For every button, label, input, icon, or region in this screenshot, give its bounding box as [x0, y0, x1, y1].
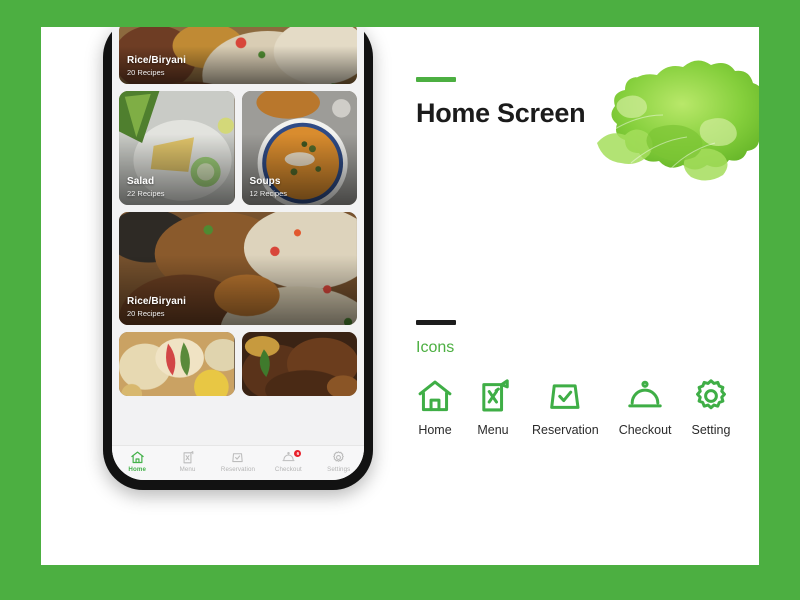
recipe-card[interactable]: Salad 22 Recipes [119, 91, 235, 205]
card-subtitle: 20 Recipes [127, 309, 165, 318]
recipe-card[interactable]: Rice/Biryani 20 Recipes [119, 212, 357, 325]
recipe-card[interactable]: Rice/Biryani 20 Recipes [119, 27, 357, 84]
menu-card-icon [180, 450, 195, 465]
reservation-tent-icon [546, 377, 584, 415]
card-title: Rice/Biryani [127, 296, 187, 307]
icons-section: Icons Home Menu Reservation Checkout Set… [416, 320, 730, 437]
icon-label: Setting [691, 423, 731, 437]
icon-item-setting[interactable]: Setting [691, 377, 731, 437]
card-caption: Soups 12 Recipes [250, 176, 288, 199]
icon-label: Home [418, 423, 452, 437]
icon-label: Checkout [618, 423, 672, 437]
title-accent-rule [416, 77, 456, 82]
bottom-tab-bar: Home Menu Reservation 6 Checkout Setting… [112, 445, 364, 480]
home-icon [130, 450, 145, 465]
card-caption: Salad 22 Recipes [127, 176, 165, 199]
tab-menu[interactable]: Menu [164, 450, 212, 473]
recipe-card-image [119, 332, 235, 396]
card-title: Salad [127, 176, 155, 187]
phone-screen: Rice/Biryani 20 Recipes Salad 22 Recipes [112, 27, 364, 480]
home-icon [416, 377, 454, 415]
recipe-card-row: Salad 22 Recipes Soups 12 Recipes [119, 91, 357, 205]
icons-accent-rule [416, 320, 456, 325]
lettuce-hero-image [597, 60, 759, 181]
tab-reservation[interactable]: Reservation [214, 450, 262, 473]
card-subtitle: 20 Recipes [127, 68, 165, 77]
phone-mockup: Rice/Biryani 20 Recipes Salad 22 Recipes [103, 27, 373, 490]
icon-item-home[interactable]: Home [416, 377, 454, 437]
tab-label: Settings [327, 466, 351, 473]
reservation-tent-icon [230, 450, 245, 465]
icon-label: Menu [477, 423, 509, 437]
icon-item-reservation[interactable]: Reservation [532, 377, 599, 437]
tab-settings[interactable]: Settings [315, 450, 363, 473]
gear-icon [331, 450, 346, 465]
tab-label: Menu [179, 466, 196, 473]
tab-label: Home [128, 466, 146, 473]
page-title: Home Screen [416, 98, 586, 128]
icon-gallery: Home Menu Reservation Checkout Setting [416, 377, 730, 437]
tab-label: Reservation [220, 466, 256, 473]
tab-label: Checkout [274, 466, 302, 473]
card-title: Soups [249, 176, 281, 187]
icons-heading: Icons [416, 339, 455, 356]
recipe-card-row [119, 332, 357, 396]
card-title: Rice/Biryani [127, 55, 187, 66]
card-subtitle: 22 Recipes [127, 189, 165, 198]
home-screen-heading-block: Home Screen [416, 77, 586, 129]
recipe-card-image [241, 332, 357, 396]
presentation-card: Rice/Biryani 20 Recipes Salad 22 Recipes [41, 27, 759, 565]
cloche-icon [626, 377, 664, 415]
gear-icon [692, 377, 730, 415]
icon-item-checkout[interactable]: Checkout [619, 377, 672, 437]
card-subtitle: 12 Recipes [249, 189, 288, 198]
recipe-feed: Rice/Biryani 20 Recipes Salad 22 Recipes [112, 27, 364, 445]
tab-checkout[interactable]: 6 Checkout [264, 450, 312, 473]
card-caption: Rice/Biryani 20 Recipes [127, 296, 186, 319]
recipe-card[interactable]: Soups 12 Recipes [241, 91, 357, 205]
recipe-card[interactable] [241, 332, 357, 396]
tab-home[interactable]: Home [113, 450, 161, 473]
menu-card-icon [474, 377, 512, 415]
icon-item-menu[interactable]: Menu [474, 377, 512, 437]
recipe-card[interactable] [119, 332, 235, 396]
icon-label: Reservation [532, 423, 599, 437]
checkout-badge: 6 [294, 450, 302, 457]
card-caption: Rice/Biryani 20 Recipes [127, 55, 186, 78]
